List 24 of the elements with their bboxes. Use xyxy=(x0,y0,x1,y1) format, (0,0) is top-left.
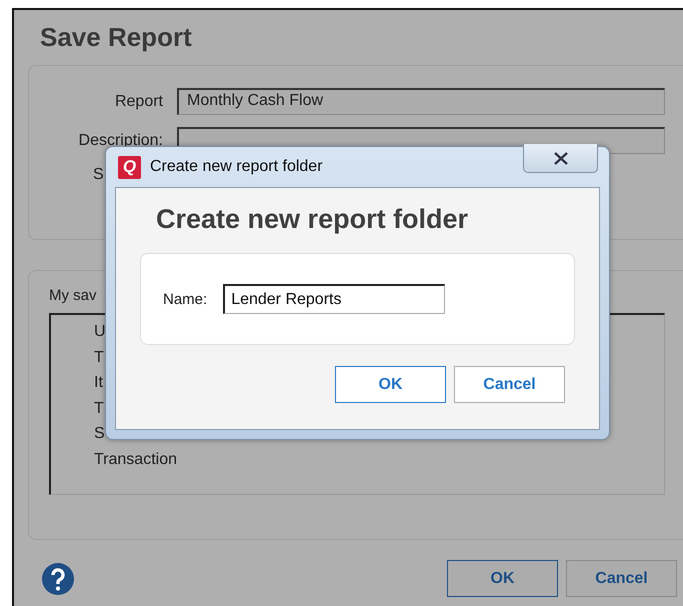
name-field[interactable]: Lender Reports xyxy=(223,284,446,314)
cancel-button[interactable]: Cancel xyxy=(566,560,677,597)
window-title: Save Report xyxy=(40,22,193,53)
list-item[interactable]: Transaction xyxy=(94,450,177,468)
text-field[interactable]: Monthly Cash Flow xyxy=(177,88,665,115)
list-item[interactable]: T xyxy=(94,348,104,366)
field-label: S xyxy=(93,166,104,184)
list-item[interactable]: S xyxy=(94,425,105,442)
field-label: Description: xyxy=(78,132,163,150)
close-icon xyxy=(552,152,568,164)
cancel-button[interactable]: Cancel xyxy=(454,366,565,403)
field-label: Name: xyxy=(163,290,208,308)
dialog-title: Create new report folder xyxy=(150,158,323,176)
dialog-heading: Create new report folder xyxy=(156,204,470,235)
help-icon[interactable] xyxy=(42,562,74,594)
ok-button[interactable]: OK xyxy=(447,560,558,597)
field-label: Report xyxy=(114,92,163,110)
list-item[interactable]: It xyxy=(94,374,103,391)
list-item[interactable]: U xyxy=(94,323,106,340)
list-item[interactable]: T xyxy=(94,400,104,416)
ok-button[interactable]: OK xyxy=(335,366,446,403)
close-button[interactable] xyxy=(523,144,598,173)
app-logo: Q xyxy=(118,156,141,178)
panel-label: My sav xyxy=(49,287,97,304)
